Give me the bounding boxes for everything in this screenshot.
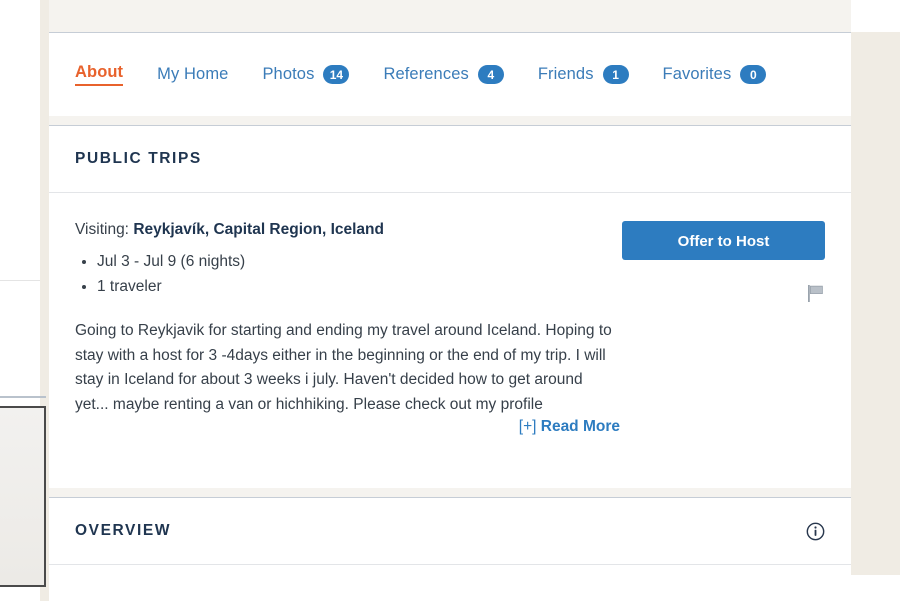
profile-content-column: About My Home Photos 14 References 4 Fri… (49, 0, 851, 601)
tab-references-badge: 4 (477, 65, 504, 84)
offer-to-host-button[interactable]: Offer to Host (622, 221, 825, 260)
public-trips-header: PUBLIC TRIPS (49, 126, 851, 192)
tab-favorites-badge: 0 (740, 65, 767, 84)
trip-visiting-line: Visiting: Reykjavík, Capital Region, Ice… (75, 221, 635, 239)
trip-details: Visiting: Reykjavík, Capital Region, Ice… (75, 221, 635, 436)
tab-about[interactable]: About (75, 63, 124, 86)
read-more-plus: [+] (518, 418, 541, 435)
overview-title: OVERVIEW (75, 522, 172, 539)
tab-references-label: References (383, 65, 469, 83)
top-spacer (49, 0, 851, 32)
overview-divider (49, 564, 851, 565)
read-more-label: Read More (540, 418, 620, 435)
trip-destination: Reykjavík, Capital Region, Iceland (133, 221, 384, 238)
tab-favorites[interactable]: Favorites 0 (663, 65, 767, 84)
public-trips-title: PUBLIC TRIPS (75, 150, 202, 167)
tab-friends[interactable]: Friends 1 (538, 65, 629, 84)
read-more-link[interactable]: [+] Read More (75, 418, 620, 436)
overview-header: OVERVIEW (49, 498, 851, 564)
visiting-label: Visiting: (75, 221, 129, 238)
tab-references[interactable]: References 4 (383, 65, 504, 84)
public-trips-card: PUBLIC TRIPS Visiting: Reykjavík, Capita… (49, 125, 851, 488)
profile-tab-bar: About My Home Photos 14 References 4 Fri… (49, 32, 851, 116)
card-separator-2 (49, 488, 851, 497)
page-background-right-strip (851, 32, 900, 575)
flag-action (622, 285, 825, 302)
trip-actions: Offer to Host (622, 221, 825, 302)
tab-photos-label: Photos (262, 65, 315, 83)
trip-entry: Visiting: Reykjavík, Capital Region, Ice… (49, 193, 851, 488)
trip-facts-list: Jul 3 - Jul 9 (6 nights) 1 traveler (75, 249, 635, 299)
screenshot-root: About My Home Photos 14 References 4 Fri… (0, 0, 900, 601)
tab-photos[interactable]: Photos 14 (262, 65, 350, 84)
trip-description: Going to Reykjavik for starting and endi… (75, 322, 612, 413)
overview-card: OVERVIEW (49, 497, 851, 565)
list-item: Jul 3 - Jul 9 (6 nights) (97, 249, 635, 274)
tab-about-label: About (75, 63, 124, 86)
tab-my-home-label: My Home (157, 65, 229, 83)
tab-favorites-label: Favorites (662, 65, 732, 83)
info-icon[interactable] (806, 522, 825, 541)
tab-friends-badge: 1 (602, 65, 629, 84)
tab-friends-label: Friends (537, 65, 594, 83)
list-item: 1 traveler (97, 274, 635, 299)
flag-icon[interactable] (808, 285, 823, 302)
card-separator-1 (49, 116, 851, 125)
background-rule-secondary (0, 396, 46, 398)
tab-photos-badge: 14 (323, 65, 350, 84)
tab-my-home[interactable]: My Home (157, 65, 228, 84)
background-rule (0, 280, 40, 281)
background-window-panel (0, 406, 46, 587)
